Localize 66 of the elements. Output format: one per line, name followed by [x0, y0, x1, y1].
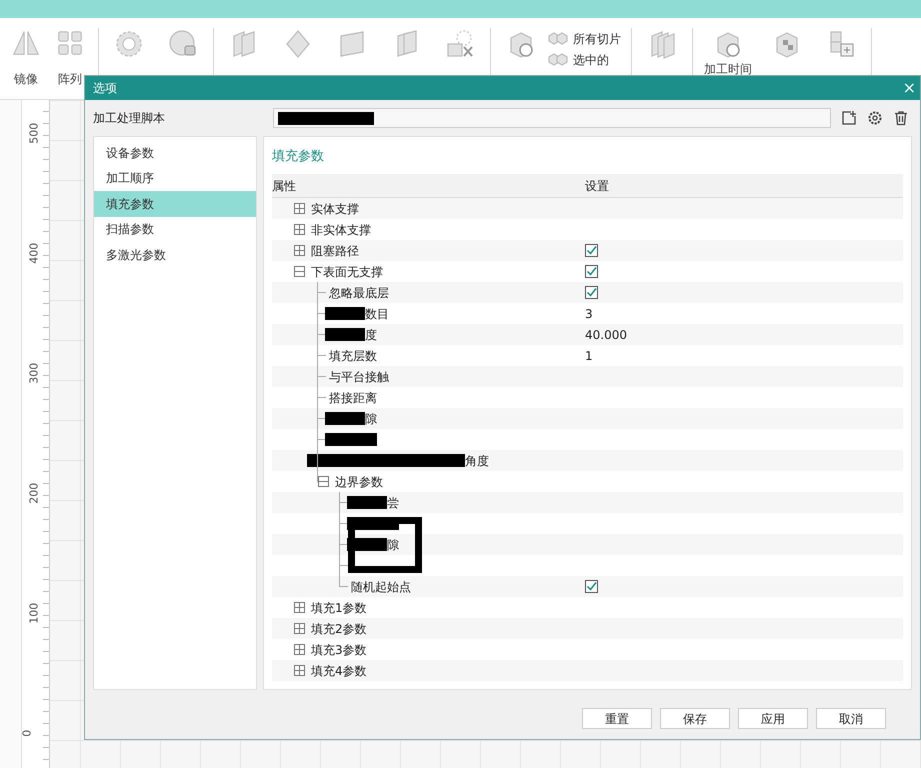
checkbox[interactable] — [585, 580, 598, 593]
script-field[interactable] — [273, 108, 831, 128]
panel-title: 填充参数 — [272, 149, 324, 164]
collapse-icon[interactable] — [318, 476, 329, 487]
tree-label[interactable]: 随机起始点 — [351, 578, 411, 596]
tree-label[interactable]: 尝 — [387, 494, 399, 512]
tree-label[interactable]: 填充2参数 — [311, 620, 367, 638]
expand-icon[interactable] — [294, 602, 305, 613]
tree-label[interactable]: 填充层数 — [329, 346, 377, 364]
dialog-button[interactable]: 重置 — [582, 708, 652, 729]
toolbar-label[interactable]: 所有切片 — [573, 30, 621, 48]
value-text[interactable]: 40.000 — [585, 326, 627, 344]
tree-label[interactable]: 填充3参数 — [311, 640, 367, 658]
tree-label[interactable]: 阻塞路径 — [311, 242, 359, 260]
toolbar-label[interactable]: 阵列 — [58, 70, 82, 88]
tree-label[interactable]: 搭接距离 — [329, 388, 377, 406]
field-label: 加工处理脚本 — [93, 110, 166, 127]
nav-item[interactable]: 填充参数 — [94, 191, 256, 216]
toolbar-label[interactable]: 加工时间 — [704, 60, 752, 78]
value-text[interactable]: 1 — [585, 346, 593, 364]
ruler-number: 500 — [26, 122, 42, 144]
nav-item[interactable]: 加工顺序 — [94, 166, 256, 191]
dialog-title: 选项 — [93, 80, 117, 97]
tree-label[interactable]: 与平台接触 — [329, 368, 389, 386]
expand-icon[interactable] — [294, 623, 305, 634]
column-header: 设置 — [585, 178, 609, 194]
tree-label[interactable]: 填充1参数 — [311, 598, 367, 616]
tree-label[interactable]: 下表面无支撑 — [311, 262, 383, 280]
add-icon[interactable] — [841, 110, 857, 126]
tree-label[interactable]: 隙 — [387, 536, 399, 554]
tree-label[interactable]: 忽略最底层 — [329, 284, 389, 302]
ruler-number: 300 — [26, 362, 42, 384]
tree-label[interactable]: 非实体支撑 — [311, 220, 371, 238]
settings-icon[interactable] — [867, 110, 883, 126]
ruler-number: 200 — [26, 482, 42, 504]
ruler-number: 0 — [19, 730, 34, 737]
toolbar-label[interactable]: 选中的 — [573, 50, 609, 68]
column-header: 属性 — [272, 178, 296, 194]
ruler-number: 100 — [26, 602, 42, 624]
dialog-button[interactable]: 保存 — [660, 708, 730, 729]
ruler-number: 400 — [26, 242, 42, 264]
expand-icon[interactable] — [294, 665, 305, 676]
checkbox[interactable] — [585, 244, 598, 257]
tree-label[interactable]: 隙 — [365, 410, 377, 428]
expand-icon[interactable] — [294, 644, 305, 655]
checkbox[interactable] — [585, 265, 598, 278]
expand-icon[interactable] — [294, 203, 305, 214]
nav-item[interactable]: 设备参数 — [94, 140, 256, 166]
tree-label[interactable]: 数目 — [365, 304, 389, 322]
tree-label[interactable]: 角度 — [465, 452, 489, 470]
tree-label[interactable]: 边界参数 — [335, 472, 383, 490]
expand-icon[interactable] — [294, 224, 305, 235]
expand-icon[interactable] — [294, 245, 305, 256]
tree-label[interactable]: 度 — [365, 326, 377, 344]
nav-item[interactable]: 多激光参数 — [94, 242, 256, 268]
dialog-button[interactable]: 应用 — [738, 708, 808, 729]
toolbar-label[interactable]: 镜像 — [14, 70, 38, 88]
delete-icon[interactable] — [893, 110, 909, 126]
value-text[interactable]: 3 — [585, 304, 593, 322]
nav-item[interactable]: 扫描参数 — [94, 216, 256, 242]
close-button[interactable]: × — [902, 80, 916, 96]
collapse-icon[interactable] — [294, 266, 305, 277]
tree-label[interactable]: 填充4参数 — [311, 662, 367, 680]
tree-label[interactable]: 实体支撑 — [311, 200, 359, 218]
dialog-button[interactable]: 取消 — [816, 708, 886, 729]
checkbox[interactable] — [585, 286, 598, 299]
